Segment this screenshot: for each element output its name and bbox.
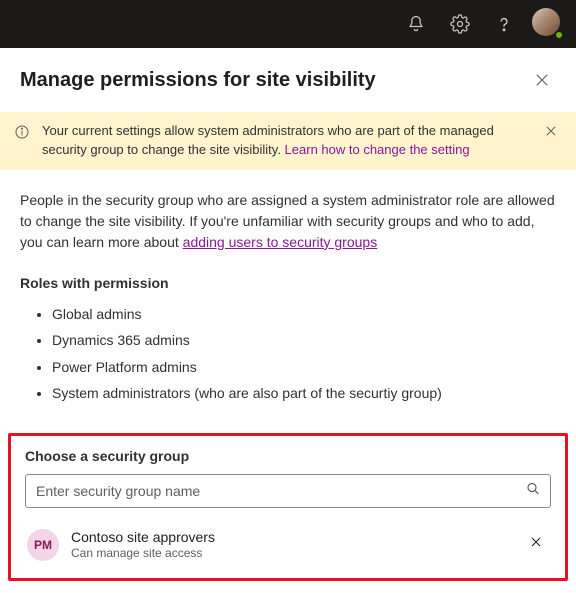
roles-heading: Roles with permission [20,275,556,291]
close-panel-button[interactable] [528,66,556,94]
role-item: Power Platform admins [52,354,556,381]
user-avatar[interactable] [532,8,564,40]
group-avatar: PM [27,529,59,561]
remove-group-button[interactable] [523,529,549,560]
info-icon [14,124,32,146]
banner-close-button[interactable] [544,124,562,144]
help-icon[interactable] [488,8,520,40]
notifications-icon[interactable] [400,8,432,40]
role-item: Global admins [52,301,556,328]
gear-icon[interactable] [444,8,476,40]
panel-body: People in the security group who are ass… [0,170,576,427]
info-banner: Your current settings allow system admin… [0,112,576,170]
group-name: Contoso site approvers [71,528,511,546]
security-group-input[interactable] [25,474,551,508]
banner-link[interactable]: Learn how to change the setting [285,142,470,157]
group-description: Can manage site access [71,546,511,562]
roles-list: Global admins Dynamics 365 admins Power … [20,301,556,407]
security-group-search [25,474,551,508]
role-item: Dynamics 365 admins [52,327,556,354]
role-item: System administrators (who are also part… [52,380,556,407]
security-group-section: Choose a security group PM Contoso site … [8,433,568,581]
info-banner-text: Your current settings allow system admin… [42,122,534,160]
app-topbar [0,0,576,48]
panel-title: Manage permissions for site visibility [20,69,376,92]
panel-header: Manage permissions for site visibility [0,48,576,112]
panel-description: People in the security group who are ass… [20,190,556,253]
presence-indicator [554,30,564,40]
security-group-label: Choose a security group [25,448,551,464]
selected-group-row: PM Contoso site approvers Can manage sit… [25,524,551,566]
manage-permissions-panel: Manage permissions for site visibility Y… [0,48,576,581]
group-info: Contoso site approvers Can manage site a… [71,528,511,562]
description-link[interactable]: adding users to security groups [183,234,378,250]
